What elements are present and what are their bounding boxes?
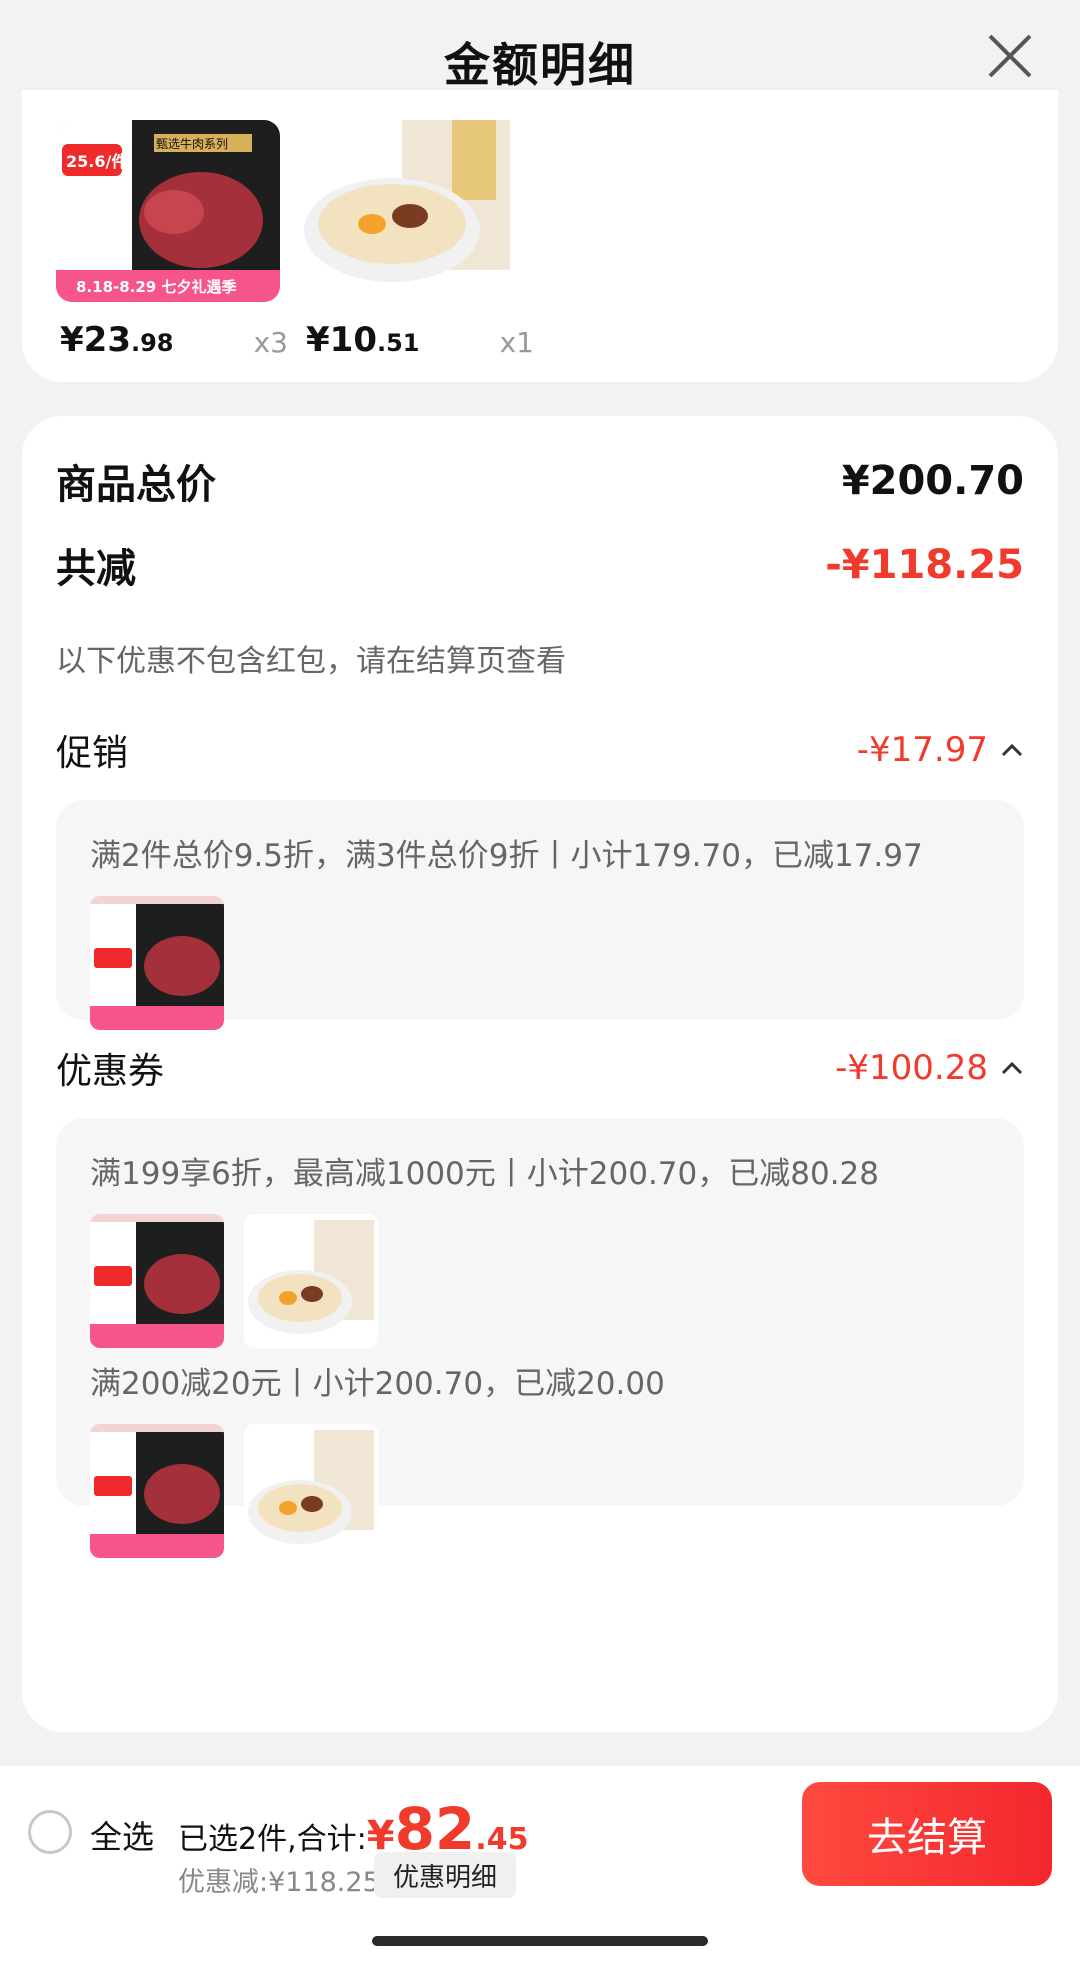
product-price: ¥10.51 — [306, 320, 420, 360]
product-item[interactable]: ¥10.51 x1 — [302, 120, 534, 364]
promo-label: 促销 — [56, 733, 129, 774]
beef-thumbnail[interactable] — [90, 1214, 224, 1348]
coupon-label: 优惠券 — [56, 1051, 165, 1092]
select-all-label[interactable]: 全选 — [90, 1812, 154, 1858]
beef-thumbnail[interactable] — [90, 896, 224, 1030]
total-price-label: 商品总价 — [56, 462, 216, 508]
close-icon[interactable] — [982, 28, 1038, 84]
page-title: 金额明细 — [444, 38, 636, 92]
discount-summary: 优惠减:¥118.25 — [178, 1867, 380, 1898]
chevron-up-icon[interactable] — [1000, 1059, 1024, 1077]
price-breakdown-card: 商品总价 ¥200.70 共减 -¥118.25 以下优惠不包含红包，请在结算页… — [22, 416, 1058, 1732]
beef-product-image: 25.6/件 甄选牛肉系列 8.18-8.29 七夕礼遇季 — [56, 120, 280, 302]
product-banner-text: 8.18-8.29 七夕礼遇季 — [76, 278, 236, 296]
discount-detail-button[interactable]: 优惠明细 — [374, 1852, 516, 1898]
coupon-amount: -¥100.28 — [835, 1048, 1024, 1088]
product-qty: x3 — [253, 326, 288, 359]
selected-count-text: 已选2件,合计: — [178, 1822, 367, 1857]
product-qty: x1 — [499, 326, 534, 359]
total-price-value: ¥200.70 — [841, 458, 1024, 504]
chevron-up-icon[interactable] — [1000, 741, 1024, 759]
checkout-button[interactable]: 去结算 — [802, 1782, 1052, 1886]
home-indicator[interactable] — [372, 1936, 708, 1946]
product-item[interactable]: 25.6/件 甄选牛肉系列 8.18-8.29 七夕礼遇季 ¥23.98 x3 — [56, 120, 288, 364]
ramen-product-image — [302, 120, 526, 302]
promo-amount: -¥17.97 — [857, 730, 1024, 770]
promo-description: 满2件总价9.5折，满3件总价9折丨小计179.70，已减17.97 — [90, 838, 923, 874]
coupon-rule-description: 满200减20元丨小计200.70，已减20.00 — [90, 1366, 665, 1402]
total-amount-int: 82 — [394, 1795, 476, 1863]
ramen-thumbnail[interactable] — [244, 1424, 378, 1558]
product-price: ¥23.98 — [60, 320, 174, 360]
coupon-rule-description: 满199享6折，最高减1000元丨小计200.70，已减80.28 — [90, 1156, 879, 1192]
badge-price-text: 25.6/件 — [66, 152, 127, 171]
total-price-row: 商品总价 ¥200.70 — [56, 452, 1024, 510]
total-reduce-value: -¥118.25 — [825, 542, 1024, 588]
promo-row[interactable]: 促销 -¥17.97 — [56, 724, 1024, 776]
total-reduce-row: 共减 -¥118.25 — [56, 536, 1024, 594]
select-all-radio[interactable] — [28, 1810, 72, 1854]
beef-thumbnail[interactable] — [90, 1424, 224, 1558]
coupon-panel: 满199享6折，最高减1000元丨小计200.70，已减80.28 满200减2… — [56, 1118, 1024, 1558]
total-reduce-label: 共减 — [56, 546, 136, 592]
bottom-checkout-bar: 全选 已选2件,合计: ¥ 82 .45 优惠减:¥118.25 优惠明细 去结… — [0, 1766, 1080, 1971]
selected-products-card: 25.6/件 甄选牛肉系列 8.18-8.29 七夕礼遇季 ¥23.98 x3 … — [22, 90, 1058, 382]
discount-note: 以下优惠不包含红包，请在结算页查看 — [56, 644, 566, 679]
coupon-row[interactable]: 优惠券 -¥100.28 — [56, 1042, 1024, 1094]
promo-panel: 满2件总价9.5折，满3件总价9折丨小计179.70，已减17.97 — [56, 800, 1024, 1030]
product-tag-text: 甄选牛肉系列 — [156, 136, 228, 151]
selected-summary: 已选2件,合计: ¥ 82 .45 — [178, 1800, 528, 1859]
ramen-thumbnail[interactable] — [244, 1214, 378, 1348]
